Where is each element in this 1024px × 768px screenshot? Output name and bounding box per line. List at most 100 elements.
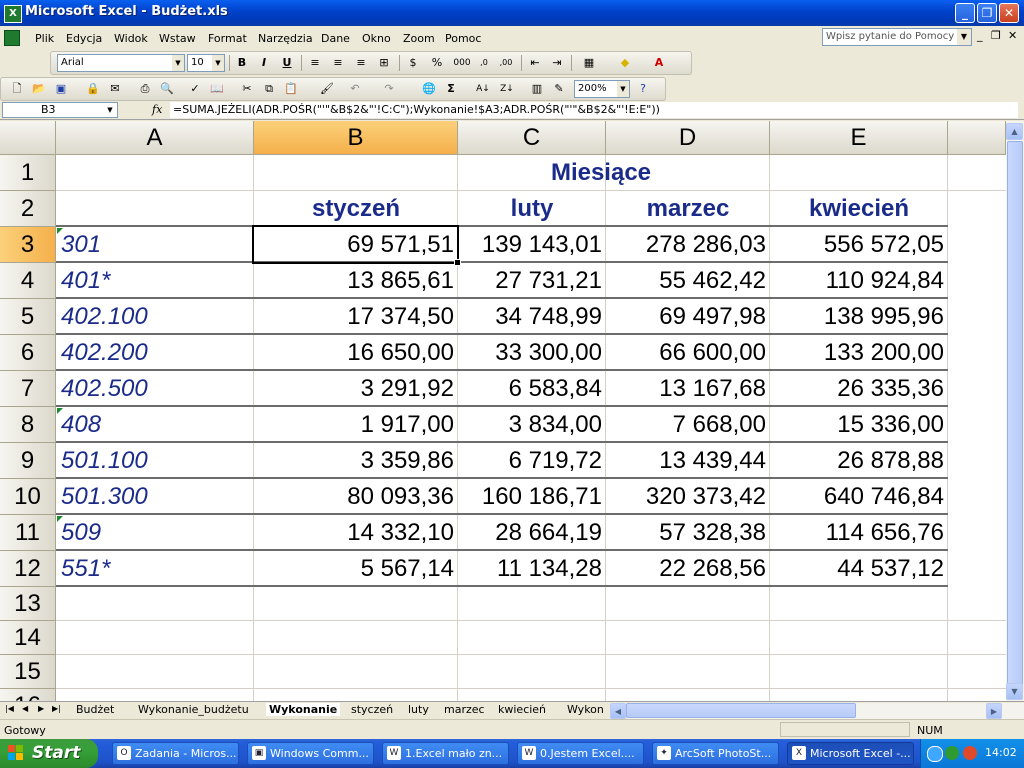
excel-app-icon[interactable]: X [4, 5, 22, 23]
value-cell[interactable]: 22 268,56 [606, 551, 770, 587]
task-zadania[interactable]: O Zadania - Micros... [112, 742, 239, 765]
value-cell[interactable]: 16 650,00 [254, 335, 458, 371]
chevron-down-icon[interactable]: ▼ [957, 29, 971, 45]
menu-dane[interactable]: Dane [321, 32, 350, 45]
decrease-indent-icon[interactable]: ⇤ [527, 55, 543, 71]
minimize-button[interactable]: _ [955, 3, 975, 23]
horizontal-scrollbar[interactable]: ◀ ▶ [610, 703, 1024, 719]
value-cell[interactable]: 3 359,86 [254, 443, 458, 479]
row-header[interactable]: 9 [0, 443, 56, 479]
value-cell[interactable]: 3 291,92 [254, 371, 458, 407]
borders-icon[interactable]: ▦ [581, 55, 597, 71]
sheet-tab-marzec[interactable]: marzec [444, 703, 485, 716]
menu-wstaw[interactable]: Wstaw [159, 32, 196, 45]
menu-narzedzia[interactable]: Narzędzia [258, 32, 313, 45]
value-cell[interactable]: 13 865,61 [254, 263, 458, 299]
row-header[interactable]: 14 [0, 621, 56, 655]
error-indicator-icon[interactable] [57, 408, 63, 414]
row-header[interactable]: 10 [0, 479, 56, 515]
menu-format[interactable]: Format [208, 32, 247, 45]
task-windows-commander[interactable]: ▣ Windows Comm... [247, 742, 374, 765]
research-icon[interactable]: 📖 [209, 81, 225, 97]
currency-icon[interactable]: $ [405, 55, 421, 71]
value-cell[interactable]: 139 143,01 [458, 227, 606, 263]
error-indicator-icon[interactable] [57, 516, 63, 522]
column-header-f[interactable] [948, 121, 1006, 155]
account-cell[interactable]: 501.300 [56, 479, 254, 515]
increase-indent-icon[interactable]: ⇥ [549, 55, 565, 71]
vertical-scroll-thumb[interactable] [1007, 141, 1023, 691]
task-word-jestem-excel[interactable]: W 0.Jestem Excel.... [517, 742, 644, 765]
value-cell[interactable]: 133 200,00 [770, 335, 948, 371]
value-cell[interactable]: 7 668,00 [606, 407, 770, 443]
account-cell[interactable]: 401* [56, 263, 254, 299]
row-header[interactable]: 5 [0, 299, 56, 335]
sort-ascending-icon[interactable]: A↓ [475, 81, 491, 97]
sheet-tab-luty[interactable]: luty [408, 703, 429, 716]
value-cell[interactable]: 3 834,00 [458, 407, 606, 443]
prev-sheet-icon[interactable]: ◀ [22, 704, 28, 713]
account-cell[interactable]: 509 [56, 515, 254, 551]
row-header[interactable]: 12 [0, 551, 56, 587]
task-arcsoft[interactable]: ✦ ArcSoft PhotoSt... [652, 742, 779, 765]
value-cell[interactable]: 13 167,68 [606, 371, 770, 407]
fill-color-icon[interactable]: ◆ [617, 55, 633, 71]
sheet-tab-kwiecien[interactable]: kwiecień [498, 703, 546, 716]
value-cell[interactable]: 55 462,42 [606, 263, 770, 299]
restore-button[interactable]: ❐ [977, 3, 997, 23]
scroll-up-icon[interactable]: ▲ [1006, 123, 1023, 140]
value-cell[interactable]: 17 374,50 [254, 299, 458, 335]
last-sheet-icon[interactable]: ▶| [52, 704, 61, 713]
open-folder-icon[interactable]: 📂 [31, 81, 47, 97]
value-cell[interactable]: 14 332,10 [254, 515, 458, 551]
account-cell[interactable]: 301 [56, 227, 254, 263]
font-name-select[interactable]: Arial ▼ [57, 54, 185, 72]
account-cell[interactable]: 501.100 [56, 443, 254, 479]
chevron-down-icon[interactable]: ▼ [212, 55, 224, 71]
row-header[interactable]: 6 [0, 335, 56, 371]
value-cell[interactable]: 556 572,05 [770, 227, 948, 263]
font-size-select[interactable]: 10 ▼ [187, 54, 225, 72]
row-header[interactable]: 3 [0, 227, 56, 263]
email-icon[interactable]: ✉ [107, 81, 123, 97]
chart-wizard-icon[interactable]: ▥ [529, 81, 545, 97]
chevron-down-icon[interactable]: ▼ [617, 81, 629, 97]
value-cell[interactable]: 26 335,36 [770, 371, 948, 407]
autosum-button[interactable]: Σ [443, 81, 459, 97]
value-cell[interactable]: 138 995,96 [770, 299, 948, 335]
value-cell[interactable]: 28 664,19 [458, 515, 606, 551]
permission-icon[interactable]: 🔒 [85, 81, 101, 97]
value-cell[interactable]: 278 286,03 [606, 227, 770, 263]
paste-icon[interactable]: 📋 [283, 81, 299, 97]
value-cell[interactable]: 44 537,12 [770, 551, 948, 587]
doc-restore-button[interactable]: ❐ [991, 29, 1001, 42]
workbook-icon[interactable] [4, 30, 20, 46]
doc-minimize-button[interactable]: _ [977, 29, 983, 42]
value-cell[interactable]: 6 583,84 [458, 371, 606, 407]
row-header[interactable]: 15 [0, 655, 56, 689]
value-cell[interactable]: 11 134,28 [458, 551, 606, 587]
value-cell[interactable]: 27 731,21 [458, 263, 606, 299]
row-header[interactable]: 4 [0, 263, 56, 299]
value-cell[interactable]: 640 746,84 [770, 479, 948, 515]
drawing-icon[interactable]: ✎ [551, 81, 567, 97]
month-header[interactable]: marzec [606, 191, 770, 227]
value-cell[interactable]: 13 439,44 [606, 443, 770, 479]
name-box[interactable]: B3 ▼ [2, 102, 118, 118]
account-cell[interactable]: 402.500 [56, 371, 254, 407]
align-right-icon[interactable]: ≡ [353, 55, 369, 71]
close-button[interactable]: ✕ [999, 3, 1019, 23]
column-header-e[interactable]: E [770, 121, 948, 155]
copy-icon[interactable]: ⧉ [261, 81, 277, 97]
column-header-b[interactable]: B [254, 121, 458, 155]
thousands-separator-button[interactable]: 000 [451, 55, 473, 71]
menu-zoom[interactable]: Zoom [403, 32, 435, 45]
column-header-d[interactable]: D [606, 121, 770, 155]
sheet-tab-wykonanie[interactable]: Wykonanie [266, 703, 341, 716]
undo-icon[interactable]: ↶ [347, 81, 363, 97]
value-cell[interactable]: 80 093,36 [254, 479, 458, 515]
month-header[interactable]: kwiecień [770, 191, 948, 227]
error-indicator-icon[interactable] [57, 228, 63, 234]
doc-close-button[interactable]: ✕ [1008, 29, 1017, 42]
chevron-down-icon[interactable]: ▼ [172, 55, 184, 71]
